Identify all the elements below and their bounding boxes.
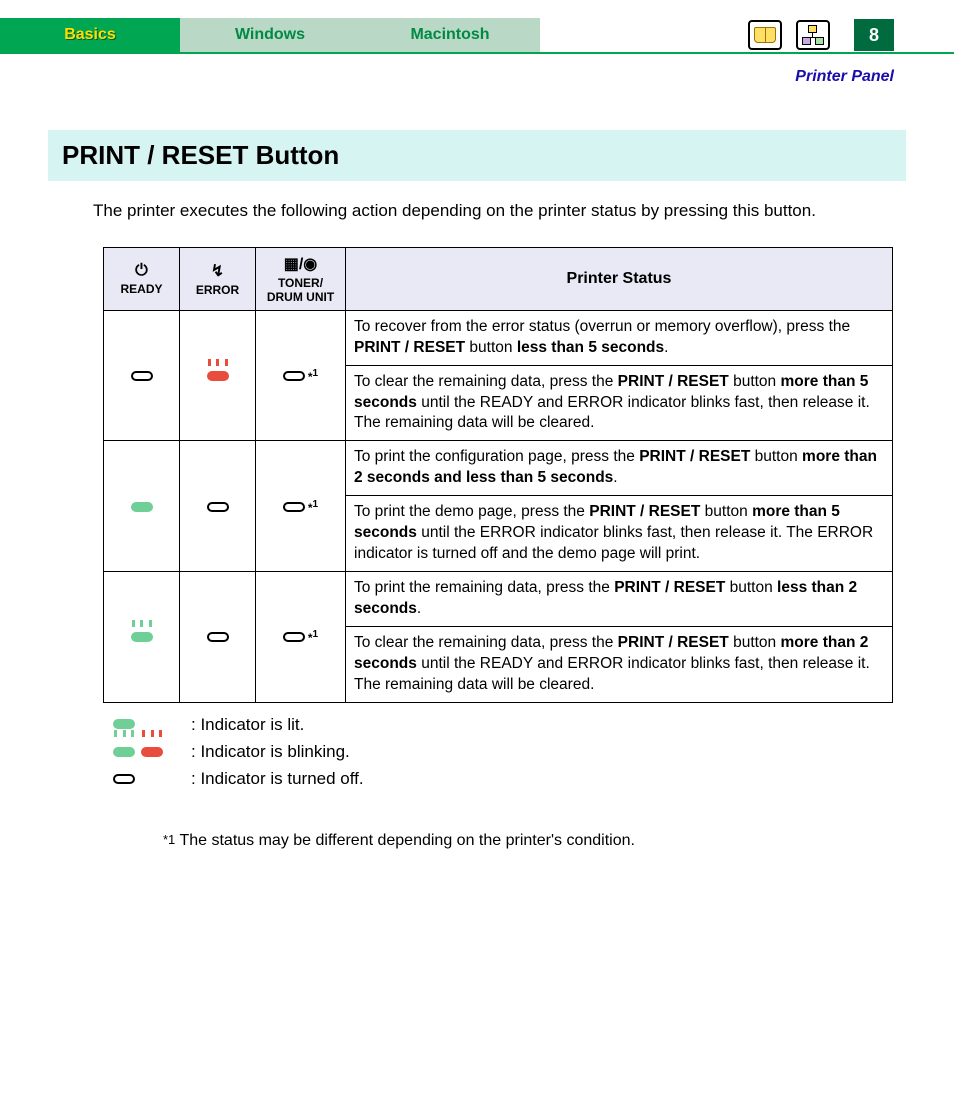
book-icon-button[interactable]	[748, 20, 782, 50]
legend-blink: : Indicator is blinking.	[113, 738, 906, 765]
footnote-mark: *1	[308, 631, 318, 645]
tab-windows[interactable]: Windows	[180, 18, 360, 52]
led-blink-red-icon	[207, 367, 229, 384]
legend: : Indicator is lit. : Indicator is blink…	[113, 711, 906, 793]
cell-ready-3	[104, 572, 180, 703]
cell-error-3	[180, 572, 256, 703]
cell-status-3a: To print the remaining data, press the P…	[346, 572, 893, 627]
led-blink-green-icon	[131, 628, 153, 645]
led-off-icon	[131, 371, 153, 381]
th-error: ↯ERROR	[180, 247, 256, 310]
page-content: PRINT / RESET Button The printer execute…	[0, 130, 954, 850]
footnote: *1 The status may be different depending…	[163, 832, 906, 850]
footnote-mark: *1	[308, 370, 318, 384]
network-icon	[802, 25, 824, 45]
page-number-badge: 8	[854, 19, 894, 51]
cell-status-2a: To print the configuration page, press t…	[346, 441, 893, 496]
cell-toner-2: *1	[256, 441, 346, 572]
tab-macintosh[interactable]: Macintosh	[360, 18, 540, 52]
breadcrumb[interactable]: Printer Panel	[0, 54, 954, 86]
led-blink-red-icon	[141, 738, 163, 765]
led-off-icon	[207, 502, 229, 512]
cell-ready-1	[104, 310, 180, 441]
th-toner: ▦/◉TONER/ DRUM UNIT	[256, 247, 346, 310]
th-ready: ⏻READY	[104, 247, 180, 310]
led-off-icon	[283, 502, 305, 512]
toner-icon: ▦/◉	[264, 254, 337, 274]
cell-ready-2	[104, 441, 180, 572]
led-off-icon	[113, 774, 135, 784]
cell-status-2b: To print the demo page, press the PRINT …	[346, 496, 893, 572]
th-status: Printer Status	[346, 247, 893, 310]
led-blink-green-icon	[113, 738, 135, 765]
led-off-icon	[283, 371, 305, 381]
network-icon-button[interactable]	[796, 20, 830, 50]
cell-toner-1: *1	[256, 310, 346, 441]
cell-error-2	[180, 441, 256, 572]
power-icon: ⏻	[112, 262, 171, 280]
led-off-icon	[283, 632, 305, 642]
cell-toner-3: *1	[256, 572, 346, 703]
led-on-green-icon	[113, 719, 135, 729]
cell-status-1b: To clear the remaining data, press the P…	[346, 365, 893, 441]
intro-text: The printer executes the following actio…	[93, 199, 906, 223]
led-off-icon	[207, 632, 229, 642]
lightning-icon: ↯	[188, 261, 247, 281]
tab-basics[interactable]: Basics	[0, 18, 180, 52]
footnote-mark: *1	[308, 501, 318, 515]
section-title: PRINT / RESET Button	[48, 130, 906, 181]
led-on-green-icon	[131, 502, 153, 512]
legend-off: : Indicator is turned off.	[113, 765, 906, 792]
legend-lit: : Indicator is lit.	[113, 711, 906, 738]
cell-error-1	[180, 310, 256, 441]
book-icon	[754, 27, 776, 43]
footnote-mark: *1	[163, 832, 175, 847]
cell-status-3b: To clear the remaining data, press the P…	[346, 626, 893, 702]
topbar-right: 8	[540, 18, 954, 52]
cell-status-1a: To recover from the error status (overru…	[346, 310, 893, 365]
top-nav: Basics Windows Macintosh 8	[0, 18, 954, 54]
status-table: ⏻READY ↯ERROR ▦/◉TONER/ DRUM UNIT Printe…	[103, 247, 893, 703]
